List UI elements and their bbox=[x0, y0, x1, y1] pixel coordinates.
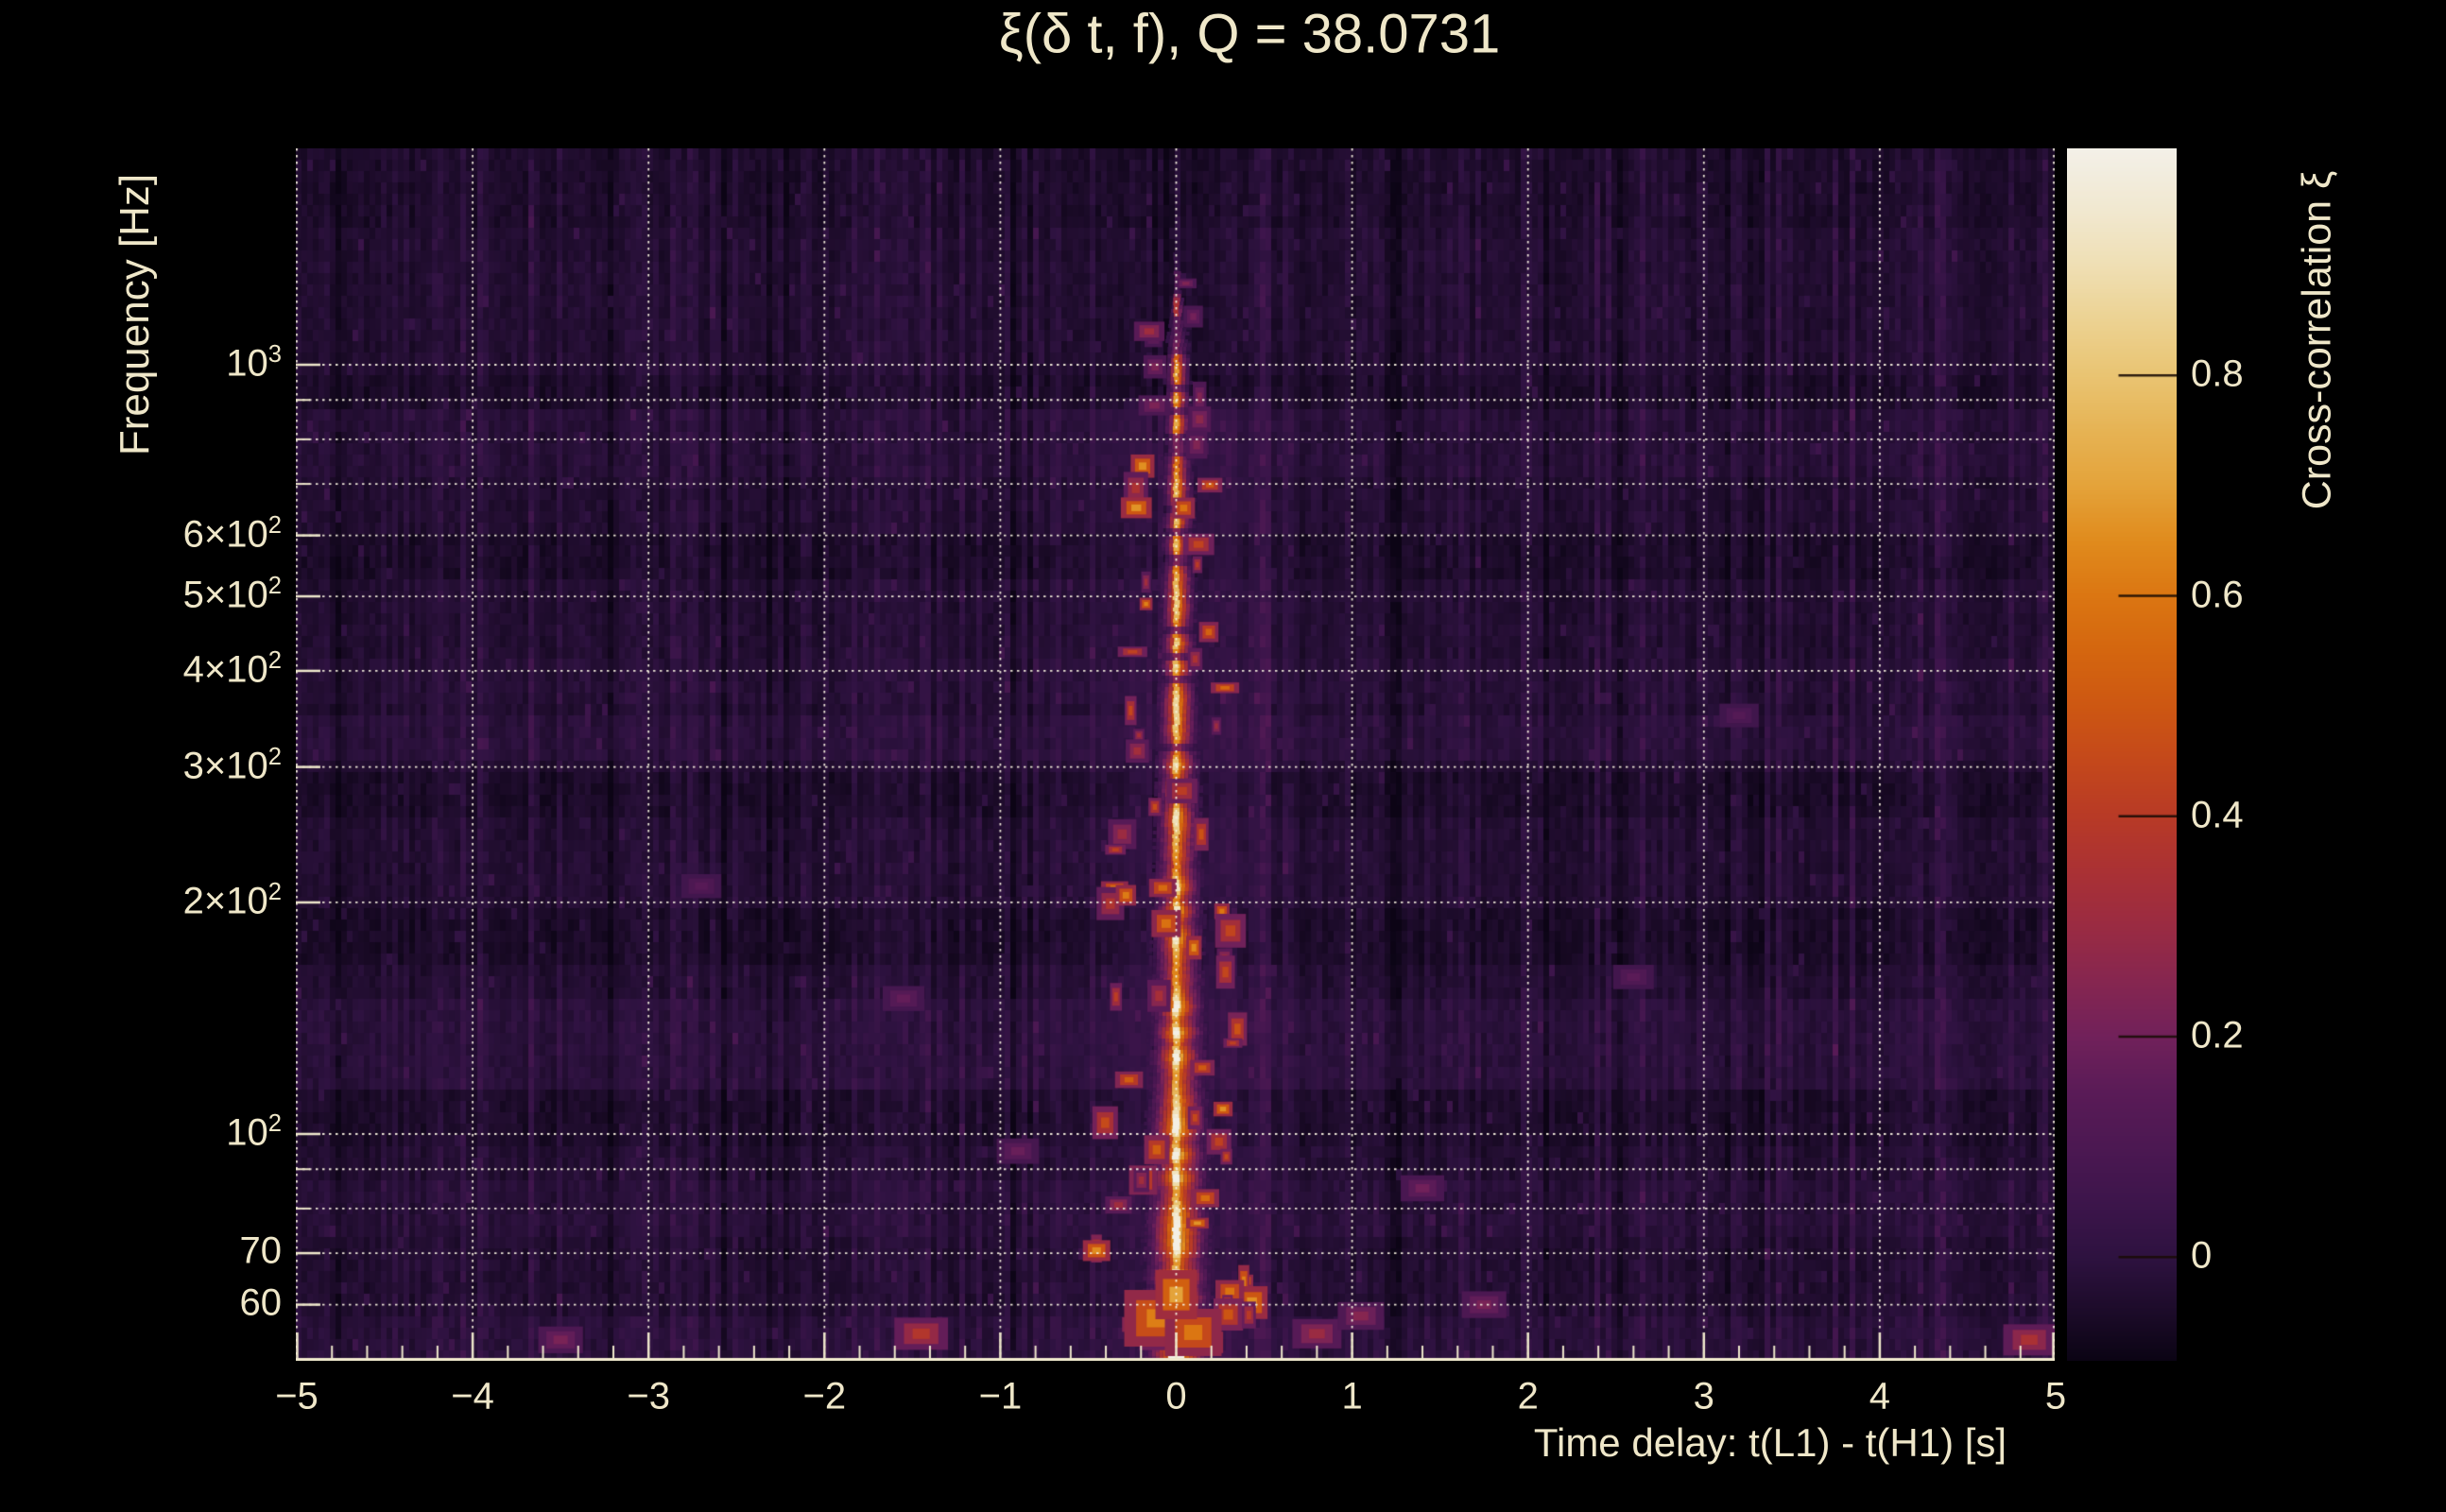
y-tick-label: 6×102 bbox=[182, 511, 282, 555]
y-tick-label: 4×102 bbox=[182, 646, 282, 691]
y-tick-label: 70 bbox=[239, 1229, 283, 1272]
colorbar-tick-label: 0.4 bbox=[2191, 794, 2244, 836]
y-axis-label: Frequency [Hz] bbox=[112, 173, 158, 456]
colorbar-tick-label: 0 bbox=[2191, 1234, 2213, 1277]
y-tick-label: 60 bbox=[239, 1281, 283, 1324]
x-tick-label: 2 bbox=[1517, 1375, 1539, 1418]
x-tick-label: 4 bbox=[1869, 1375, 1891, 1418]
y-tick-label: 3×102 bbox=[182, 743, 282, 786]
x-tick-label: −5 bbox=[275, 1375, 319, 1418]
y-tick-label: 5×102 bbox=[182, 573, 282, 616]
colorbar-tick-label: 0.8 bbox=[2191, 352, 2244, 395]
chart-title: ξ(δ t, f), Q = 38.0731 bbox=[998, 3, 1501, 65]
y-tick-label: 2×102 bbox=[182, 878, 282, 922]
y-tick-label: 102 bbox=[226, 1109, 282, 1154]
x-tick-label: 5 bbox=[2044, 1375, 2067, 1418]
colorbar-tick-label: 0.6 bbox=[2191, 574, 2244, 616]
x-tick-label: 0 bbox=[1165, 1375, 1187, 1418]
x-tick-label: −2 bbox=[802, 1375, 847, 1418]
x-tick-label: 3 bbox=[1693, 1375, 1714, 1418]
x-axis-label: Time delay: t(L1) - t(H1) [s] bbox=[1533, 1420, 2007, 1465]
x-tick-label: −1 bbox=[978, 1375, 1023, 1418]
x-tick-label: 1 bbox=[1341, 1375, 1363, 1418]
figure-page: { "chart_data": { "type": "heatmap", "ti… bbox=[0, 0, 2446, 1512]
spectrogram-heatmap bbox=[296, 148, 2055, 1361]
y-tick-label: 103 bbox=[226, 340, 282, 385]
colorbar-gradient bbox=[2067, 148, 2177, 1361]
colorbar-label: Cross-correlation ξ bbox=[2294, 170, 2340, 510]
x-tick-label: −3 bbox=[627, 1375, 670, 1418]
colorbar-tick-label: 0.2 bbox=[2191, 1014, 2244, 1057]
x-tick-label: −4 bbox=[451, 1375, 494, 1418]
